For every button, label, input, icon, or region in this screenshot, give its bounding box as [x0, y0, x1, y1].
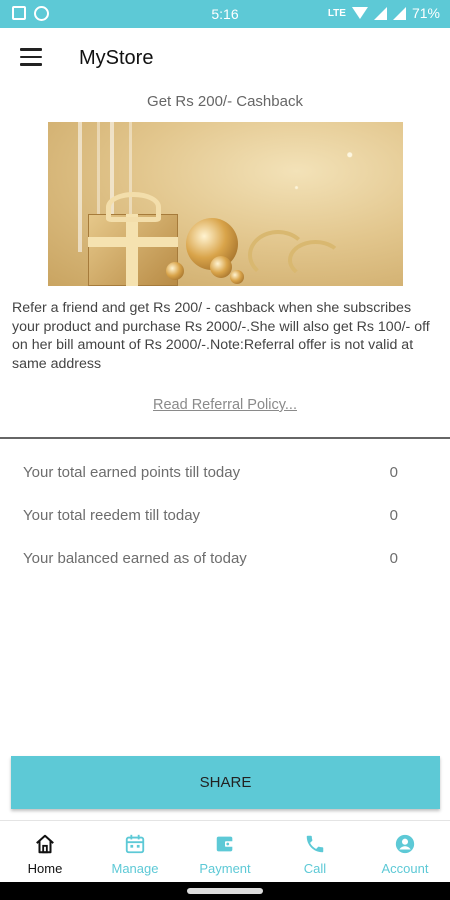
- bottom-nav: Home Manage Payment Call Account: [0, 820, 450, 882]
- divider: [0, 437, 450, 439]
- nav-manage[interactable]: Manage: [90, 821, 180, 882]
- ornament-ball: [210, 256, 232, 278]
- calendar-icon: [125, 834, 145, 854]
- stat-value: 0: [389, 550, 398, 567]
- nav-home[interactable]: Home: [0, 821, 90, 882]
- stat-total-redeem: Your total reedem till today 0: [23, 507, 398, 531]
- stat-value: 0: [389, 507, 398, 524]
- nav-label: Call: [303, 861, 327, 876]
- status-indicators: LTE 71%: [328, 5, 440, 21]
- home-icon: [36, 834, 54, 854]
- ornament-ball: [230, 270, 244, 284]
- offer-description: Refer a friend and get Rs 200/ - cashbac…: [12, 300, 430, 372]
- nav-label: Payment: [199, 861, 251, 876]
- account-icon: [395, 834, 415, 854]
- offer-title: Get Rs 200/- Cashback: [147, 93, 303, 110]
- stat-label: Your total reedem till today: [23, 507, 201, 524]
- stat-label: Your total earned points till today: [23, 464, 241, 481]
- signal-icon-1: [373, 6, 387, 20]
- nav-account[interactable]: Account: [360, 821, 450, 882]
- nav-payment[interactable]: Payment: [180, 821, 270, 882]
- gift-banner-image: [48, 122, 403, 286]
- stat-label: Your balanced earned as of today: [23, 550, 247, 567]
- nav-label: Account: [381, 861, 429, 876]
- referral-policy-link[interactable]: Read Referral Policy...: [0, 397, 450, 413]
- stat-value: 0: [389, 464, 398, 481]
- battery-percentage: 71%: [411, 5, 440, 21]
- ornament-ball: [166, 262, 184, 280]
- nav-call[interactable]: Call: [270, 821, 360, 882]
- home-gesture-pill[interactable]: [187, 888, 263, 894]
- status-bar: 5:16 LTE 71%: [0, 0, 450, 28]
- app-title: MyStore: [79, 47, 154, 69]
- nav-label: Manage: [111, 861, 159, 876]
- stat-earned-points: Your total earned points till today 0: [23, 464, 398, 488]
- gift-bow: [106, 192, 161, 222]
- ribbon-curl: [288, 240, 343, 280]
- lte-indicator: LTE: [327, 7, 346, 19]
- wifi-icon: [351, 7, 368, 19]
- system-navigation-bar: [0, 882, 450, 900]
- nav-label: Home: [27, 861, 63, 876]
- stat-balance-earned: Your balanced earned as of today 0: [23, 550, 398, 574]
- phone-icon: [306, 835, 324, 853]
- app-bar: MyStore: [0, 28, 450, 88]
- signal-icon-2: [392, 6, 406, 20]
- menu-icon[interactable]: [20, 48, 42, 66]
- share-button[interactable]: SHARE: [11, 756, 440, 809]
- wallet-icon: [216, 836, 235, 852]
